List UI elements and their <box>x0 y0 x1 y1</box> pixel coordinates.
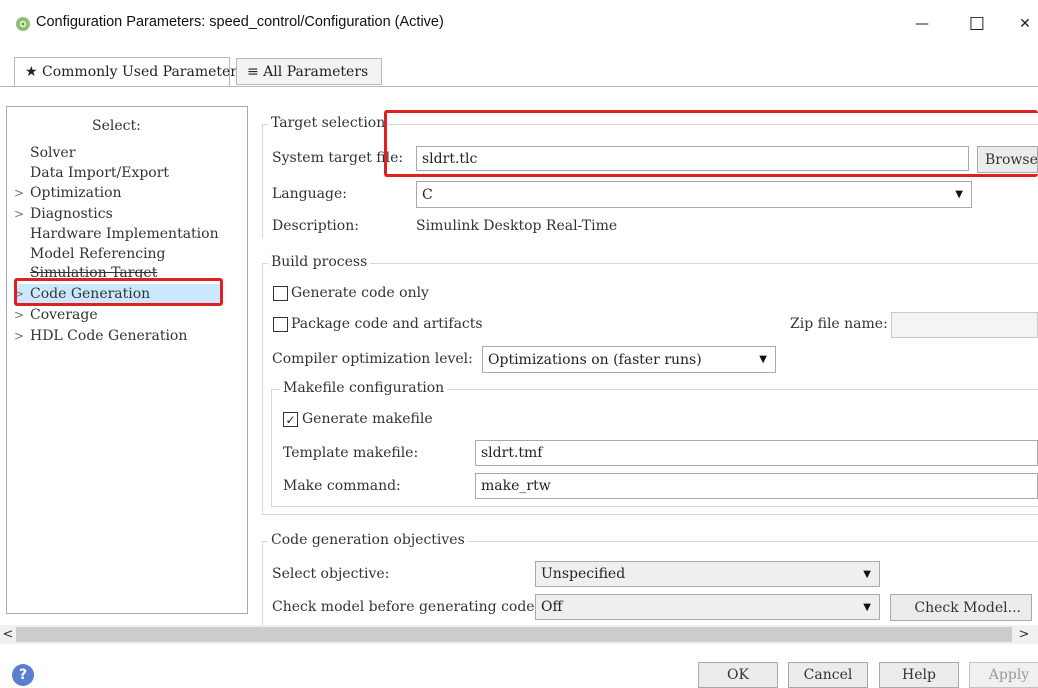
sidebar-item-label: Diagnostics <box>30 206 113 222</box>
checkmark-icon: ✓ <box>285 412 296 427</box>
minimize-button[interactable]: — <box>907 10 937 38</box>
sidebar-item-diagnostics[interactable]: > Diagnostics <box>14 204 248 224</box>
chevron-right-icon[interactable]: > <box>14 207 30 221</box>
sidebar-item-label: Solver <box>30 145 76 161</box>
chevron-right-icon[interactable]: > <box>14 186 30 200</box>
description-label: Description: <box>272 218 359 234</box>
code-generation-objectives-legend: Code generation objectives <box>268 532 468 548</box>
tab-divider <box>0 86 1038 87</box>
highlight-box-code-generation <box>14 278 223 306</box>
sidebar-item-label: Data Import/Export <box>30 165 170 181</box>
sidebar-item-hardware-implementation[interactable]: Hardware Implementation <box>14 224 248 244</box>
minimize-icon: — <box>915 16 929 32</box>
window-title: Configuration Parameters: speed_control/… <box>36 14 444 30</box>
chevron-right-icon[interactable]: > <box>14 308 30 322</box>
dropdown-arrow-icon: ▼ <box>955 189 963 200</box>
sidebar-item-label: Coverage <box>30 307 98 323</box>
sidebar-item-label: Model Referencing <box>30 246 166 262</box>
sidebar-item-data-import-export[interactable]: Data Import/Export <box>14 163 248 183</box>
template-makefile-label: Template makefile: <box>283 445 419 461</box>
help-button[interactable]: Help <box>879 662 959 688</box>
scroll-left-icon[interactable]: < <box>0 625 16 644</box>
chevron-right-icon[interactable]: > <box>14 329 30 343</box>
package-code-checkbox[interactable] <box>273 317 288 332</box>
generate-code-only-checkbox[interactable] <box>273 286 288 301</box>
tab-all-parameters[interactable]: ≡ All Parameters <box>236 58 382 85</box>
compiler-optimization-select[interactable]: Optimizations on (faster runs) ▼ <box>482 346 776 373</box>
highlight-box-system-target <box>384 110 1038 177</box>
scrollbar-thumb[interactable] <box>16 627 1012 642</box>
sidebar-item-optimization[interactable]: > Optimization <box>14 183 248 203</box>
language-label: Language: <box>272 186 347 202</box>
close-button[interactable]: ✕ <box>1010 10 1038 38</box>
generate-makefile-label: Generate makefile <box>302 411 433 427</box>
make-command-input[interactable]: make_rtw <box>475 473 1038 499</box>
compiler-optimization-value: Optimizations on (faster runs) <box>488 351 702 368</box>
check-model-label: Check model before generating code: <box>272 599 540 615</box>
matlab-app-icon <box>16 17 30 31</box>
sidebar-item-hdl-code-generation[interactable]: > HDL Code Generation <box>14 326 248 346</box>
template-makefile-input[interactable]: sldrt.tmf <box>475 440 1038 466</box>
maximize-button[interactable]: ☐ <box>962 10 992 38</box>
dropdown-arrow-icon: ▼ <box>863 601 871 613</box>
ok-button[interactable]: OK <box>698 662 778 688</box>
sidebar-item-label: HDL Code Generation <box>30 328 188 344</box>
language-value: C <box>422 186 433 203</box>
zip-file-name-label: Zip file name: <box>790 316 888 332</box>
make-command-label: Make command: <box>283 478 401 494</box>
check-model-value: Off <box>541 599 563 615</box>
target-selection-legend: Target selection <box>268 115 389 131</box>
check-model-button[interactable]: Check Model... <box>890 594 1032 621</box>
select-objective-label: Select objective: <box>272 566 390 582</box>
language-select[interactable]: C ▼ <box>416 181 972 208</box>
dropdown-arrow-icon: ▼ <box>759 354 767 365</box>
select-objective-value: Unspecified <box>541 566 626 582</box>
apply-button[interactable]: Apply <box>969 662 1038 688</box>
help-question-icon[interactable]: ? <box>12 664 34 686</box>
select-label: Select: <box>92 118 141 134</box>
makefile-configuration-legend: Makefile configuration <box>280 380 448 396</box>
close-icon: ✕ <box>1019 16 1031 32</box>
description-value: Simulink Desktop Real-Time <box>416 218 618 234</box>
compiler-optimization-label: Compiler optimization level: <box>272 351 473 367</box>
select-objective-select[interactable]: Unspecified ▼ <box>535 561 880 587</box>
maximize-icon: ☐ <box>968 13 986 35</box>
dropdown-arrow-icon: ▼ <box>863 568 871 580</box>
sidebar-item-coverage[interactable]: > Coverage <box>14 305 248 325</box>
tab-commonly-used-parameters[interactable]: ★ Commonly Used Parameters <box>14 57 244 87</box>
build-process-legend: Build process <box>268 254 371 270</box>
sidebar-item-label: Hardware Implementation <box>30 226 219 242</box>
zip-file-name-input[interactable] <box>891 312 1038 338</box>
sidebar-item-solver[interactable]: Solver <box>14 143 248 163</box>
scroll-right-icon[interactable]: > <box>1016 625 1032 644</box>
generate-code-only-label: Generate code only <box>291 285 429 301</box>
cancel-button[interactable]: Cancel <box>788 662 868 688</box>
sidebar-item-model-referencing[interactable]: Model Referencing <box>14 244 248 264</box>
generate-makefile-checkbox[interactable]: ✓ <box>283 412 298 427</box>
check-model-select[interactable]: Off ▼ <box>535 594 880 620</box>
sidebar-item-label: Optimization <box>30 185 122 201</box>
package-code-label: Package code and artifacts <box>291 316 483 332</box>
